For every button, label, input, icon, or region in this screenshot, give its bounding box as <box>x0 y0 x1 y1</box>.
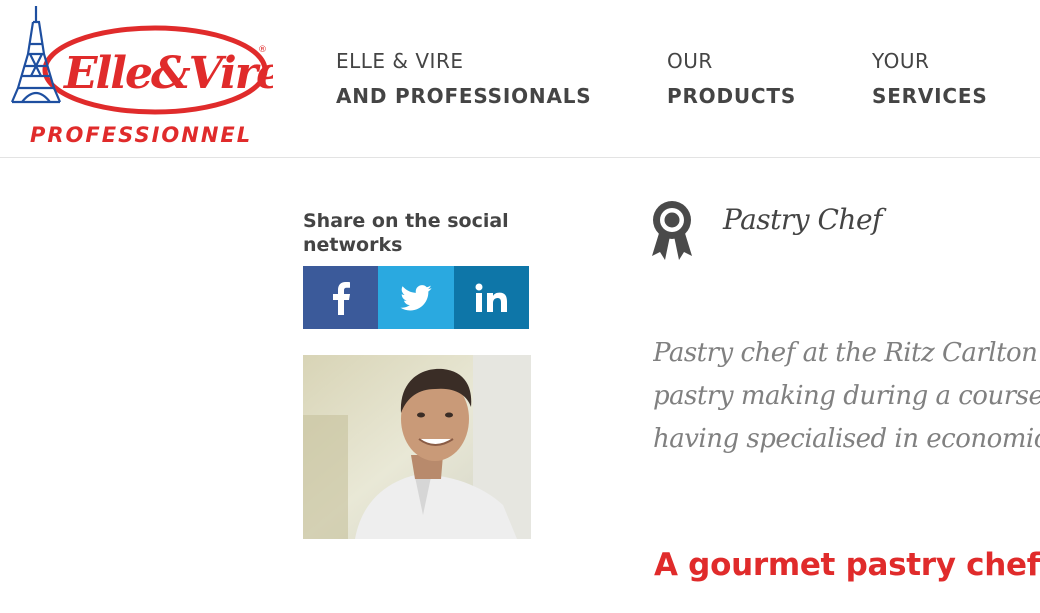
nav-line1: OUR <box>667 49 713 73</box>
nav-line1: YOUR <box>872 49 930 73</box>
site-header: Elle&Vire ® PROFESSIONNEL ELLE & VIRE AN… <box>0 0 1040 158</box>
bio-line: pastry making during a course <box>653 381 1040 411</box>
nav-elle-vire-professionals[interactable]: ELLE & VIRE AND PROFESSIONALS <box>336 44 592 114</box>
award-ribbon-icon <box>652 201 692 260</box>
linkedin-icon <box>475 283 507 312</box>
nav-line2: AND PROFESSIONALS <box>336 84 592 108</box>
svg-text:Elle&Vire: Elle&Vire <box>62 48 273 99</box>
nav-line1: ELLE & VIRE <box>336 49 464 73</box>
section-heading: A gourmet pastry chef <box>654 547 1040 583</box>
linkedin-share-button[interactable] <box>454 266 529 329</box>
facebook-share-button[interactable] <box>303 266 378 329</box>
bio-line: having specialised in economic <box>653 424 1040 454</box>
svg-text:PROFESSIONNEL: PROFESSIONNEL <box>30 123 252 147</box>
facebook-icon <box>332 281 350 315</box>
nav-line2: SERVICES <box>872 84 988 108</box>
bio-text: Pastry chef at the Ritz Carlton pastry m… <box>653 332 1040 461</box>
chef-photo <box>303 355 531 539</box>
role-title: Pastry Chef <box>723 203 882 236</box>
bio-line: Pastry chef at the Ritz Carlton <box>653 338 1038 368</box>
svg-text:®: ® <box>258 45 267 55</box>
nav-our-products[interactable]: OUR PRODUCTS <box>667 44 796 114</box>
twitter-share-button[interactable] <box>378 266 454 329</box>
nav-your-services[interactable]: YOUR SERVICES <box>872 44 988 114</box>
twitter-icon <box>400 284 432 310</box>
share-title: Share on the social networks <box>303 210 509 256</box>
elle-vire-logo[interactable]: Elle&Vire ® PROFESSIONNEL <box>8 6 273 148</box>
nav-line2: PRODUCTS <box>667 84 797 108</box>
